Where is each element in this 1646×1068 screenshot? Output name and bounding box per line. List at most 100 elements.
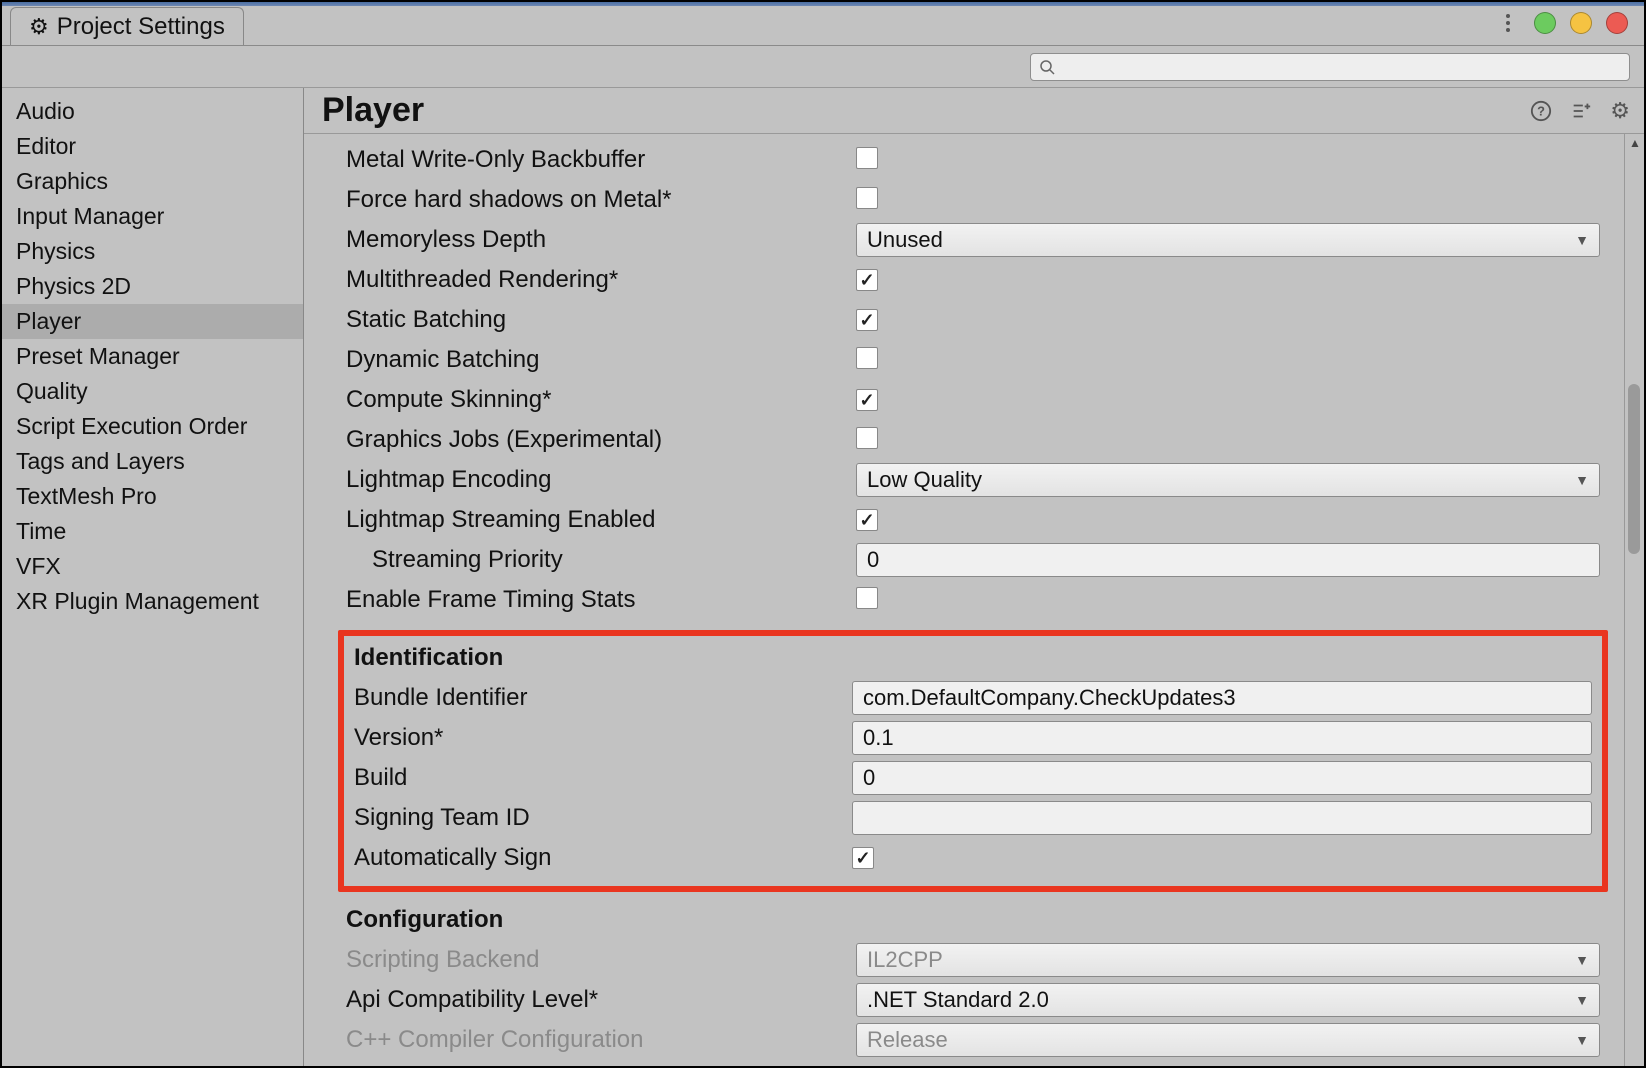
input-bundle-identifier[interactable] — [852, 681, 1592, 715]
checkbox-auto-sign[interactable] — [852, 847, 874, 869]
checkbox-frame-timing[interactable] — [856, 587, 878, 609]
select-cpp-compiler[interactable]: Release ▼ — [856, 1023, 1600, 1057]
settings-content: Metal Write-Only Backbuffer Force hard s… — [304, 134, 1624, 1066]
label: Signing Team ID — [354, 804, 852, 832]
sidebar-item-label: XR Plugin Management — [16, 588, 259, 614]
sidebar-item-vfx[interactable]: VFX — [2, 549, 303, 584]
search-box[interactable] — [1030, 53, 1630, 81]
row-static-batching: Static Batching — [346, 300, 1600, 340]
checkbox-lightmap-streaming[interactable] — [856, 509, 878, 531]
help-icon[interactable]: ? — [1530, 100, 1552, 122]
row-signing-team: Signing Team ID — [354, 798, 1592, 838]
sidebar-item-label: Input Manager — [16, 203, 164, 229]
row-graphics-jobs: Graphics Jobs (Experimental) — [346, 420, 1600, 460]
main-header: Player ? ⚙ — [304, 88, 1644, 134]
sidebar-item-label: VFX — [16, 553, 61, 579]
sidebar-item-preset-manager[interactable]: Preset Manager — [2, 339, 303, 374]
label: Lightmap Streaming Enabled — [346, 506, 856, 534]
sidebar-item-label: Quality — [16, 378, 88, 404]
sidebar-item-textmesh-pro[interactable]: TextMesh Pro — [2, 479, 303, 514]
select-value: Release — [867, 1027, 948, 1053]
sidebar-item-xr-plugin[interactable]: XR Plugin Management — [2, 584, 303, 619]
select-scripting-backend[interactable]: IL2CPP▼ — [856, 943, 1600, 977]
sidebar-item-input-manager[interactable]: Input Manager — [2, 199, 303, 234]
checkbox-dynamic-batching[interactable] — [856, 347, 878, 369]
select-lightmap-encoding[interactable]: Low Quality▼ — [856, 463, 1600, 497]
checkbox-metal-backbuffer[interactable] — [856, 147, 878, 169]
window-close-button[interactable] — [1606, 12, 1628, 34]
label: Multithreaded Rendering* — [346, 266, 856, 294]
sidebar-item-label: Physics 2D — [16, 273, 131, 299]
window-controls — [1506, 12, 1628, 34]
label: Scripting Backend — [346, 946, 856, 974]
sidebar-item-script-execution[interactable]: Script Execution Order — [2, 409, 303, 444]
checkbox-force-hard-shadows[interactable] — [856, 187, 878, 209]
settings-gear-icon[interactable]: ⚙ — [1610, 98, 1630, 124]
row-frame-timing: Enable Frame Timing Stats — [346, 580, 1600, 620]
scrollbar[interactable]: ▲ — [1624, 134, 1644, 1066]
input-streaming-priority[interactable] — [856, 543, 1600, 577]
sidebar-item-label: Tags and Layers — [16, 448, 185, 474]
sidebar-item-label: Preset Manager — [16, 343, 180, 369]
sidebar-item-graphics[interactable]: Graphics — [2, 164, 303, 199]
row-build: Build — [354, 758, 1592, 798]
checkbox-multithreaded[interactable] — [856, 269, 878, 291]
row-streaming-priority: Streaming Priority — [346, 540, 1600, 580]
label: Lightmap Encoding — [346, 466, 856, 494]
input-build[interactable] — [852, 761, 1592, 795]
row-incremental-gc: Use incremental GC — [346, 1060, 1600, 1066]
search-icon — [1039, 59, 1055, 75]
checkbox-graphics-jobs[interactable] — [856, 427, 878, 449]
sidebar-item-quality[interactable]: Quality — [2, 374, 303, 409]
sidebar-item-label: TextMesh Pro — [16, 483, 157, 509]
window-maximize-button[interactable] — [1534, 12, 1556, 34]
checkbox-compute-skinning[interactable] — [856, 389, 878, 411]
checkbox-static-batching[interactable] — [856, 309, 878, 331]
row-compute-skinning: Compute Skinning* — [346, 380, 1600, 420]
sidebar-item-label: Player — [16, 308, 81, 334]
scroll-up-icon[interactable]: ▲ — [1629, 136, 1641, 150]
scroll-thumb[interactable] — [1628, 384, 1640, 554]
kebab-icon[interactable] — [1506, 14, 1510, 32]
row-cpp-compiler: C++ Compiler Configuration Release ▼ — [346, 1020, 1600, 1060]
label: Version* — [354, 724, 852, 752]
chevron-down-icon: ▼ — [1575, 1032, 1589, 1048]
row-multithreaded: Multithreaded Rendering* — [346, 260, 1600, 300]
row-lightmap-streaming: Lightmap Streaming Enabled — [346, 500, 1600, 540]
label: Compute Skinning* — [346, 386, 856, 414]
input-signing-team[interactable] — [852, 801, 1592, 835]
sidebar-item-audio[interactable]: Audio — [2, 94, 303, 129]
window-minimize-button[interactable] — [1570, 12, 1592, 34]
label: Force hard shadows on Metal* — [346, 186, 856, 214]
tab-project-settings[interactable]: ⚙ Project Settings — [10, 7, 244, 45]
label: Streaming Priority — [346, 546, 856, 574]
gear-icon: ⚙ — [29, 14, 49, 40]
main-panel: Player ? ⚙ Metal Write-Only Backbuffer F… — [304, 88, 1644, 1066]
row-version: Version* — [354, 718, 1592, 758]
label: Metal Write-Only Backbuffer — [346, 146, 856, 174]
input-version[interactable] — [852, 721, 1592, 755]
select-api-compat[interactable]: .NET Standard 2.0▼ — [856, 983, 1600, 1017]
sidebar-item-tags-layers[interactable]: Tags and Layers — [2, 444, 303, 479]
sidebar-item-player[interactable]: Player — [2, 304, 303, 339]
search-input[interactable] — [1061, 56, 1621, 77]
row-api-compat: Api Compatibility Level* .NET Standard 2… — [346, 980, 1600, 1020]
sidebar-item-label: Physics — [16, 238, 95, 264]
preset-icon[interactable] — [1570, 100, 1592, 122]
select-value: Low Quality — [867, 467, 982, 493]
label: Automatically Sign — [354, 844, 852, 872]
select-value: Unused — [867, 227, 943, 253]
sidebar-item-physics2d[interactable]: Physics 2D — [2, 269, 303, 304]
label: Static Batching — [346, 306, 856, 334]
row-lightmap-encoding: Lightmap Encoding Low Quality▼ — [346, 460, 1600, 500]
sidebar-item-time[interactable]: Time — [2, 514, 303, 549]
sidebar-item-label: Audio — [16, 98, 75, 124]
sidebar-item-label: Editor — [16, 133, 76, 159]
label: Memoryless Depth — [346, 226, 856, 254]
sidebar-item-editor[interactable]: Editor — [2, 129, 303, 164]
sidebar-item-physics[interactable]: Physics — [2, 234, 303, 269]
tab-label: Project Settings — [57, 13, 225, 41]
label: C++ Compiler Configuration — [346, 1026, 856, 1054]
row-scripting-backend: Scripting Backend IL2CPP▼ — [346, 940, 1600, 980]
select-memoryless-depth[interactable]: Unused▼ — [856, 223, 1600, 257]
